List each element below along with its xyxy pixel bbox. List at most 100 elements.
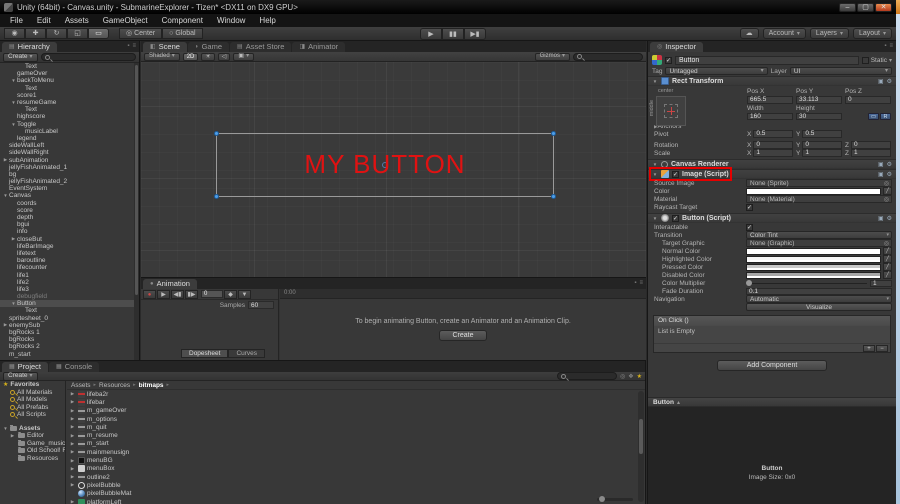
color-field[interactable]: ╱ bbox=[746, 255, 892, 263]
prev-key-button[interactable]: ◀▮ bbox=[171, 290, 184, 299]
hierarchy-item[interactable]: lifeBarImage bbox=[0, 243, 134, 250]
scale-y-field[interactable]: 1 bbox=[802, 149, 842, 157]
slider-knob[interactable] bbox=[746, 280, 752, 286]
hierarchy-item[interactable]: Text bbox=[0, 63, 134, 70]
object-picker-icon[interactable]: ◎ bbox=[884, 180, 891, 187]
hierarchy-item[interactable]: bgui bbox=[0, 221, 134, 228]
file-item[interactable]: ▶platformLeft bbox=[67, 498, 637, 504]
project-tab[interactable]: ▦Console bbox=[49, 362, 99, 372]
hierarchy-item[interactable]: ▼Toggle bbox=[0, 121, 134, 128]
2d-toggle[interactable]: 2D bbox=[183, 53, 199, 61]
image-component-header[interactable]: ▼ ✓ Image (Script) ▣⚙ bbox=[648, 169, 896, 179]
panel-lock-icon[interactable]: ▪ bbox=[884, 43, 886, 49]
hierarchy-item[interactable]: jellyFishAnimated_2 bbox=[0, 178, 134, 185]
object-field[interactable]: None (Sprite)◎ bbox=[746, 179, 892, 187]
preview-header[interactable]: Button ▴ bbox=[648, 397, 896, 407]
help-icon[interactable]: ▣ bbox=[878, 78, 884, 85]
panel-lock-icon[interactable]: ▪ bbox=[634, 280, 636, 286]
static-toggle[interactable]: Static▾ bbox=[862, 57, 892, 64]
eyedropper-icon[interactable]: ╱ bbox=[883, 263, 892, 271]
hierarchy-item[interactable]: depth bbox=[0, 214, 134, 221]
pause-button[interactable]: ▮▮ bbox=[442, 28, 464, 40]
breadcrumb-item[interactable]: Resources bbox=[99, 382, 130, 389]
menu-item[interactable]: File bbox=[4, 15, 29, 26]
color-field[interactable]: ╱ bbox=[746, 187, 892, 195]
tool-button[interactable]: ↻ bbox=[46, 28, 67, 39]
eyedropper-icon[interactable]: ╱ bbox=[883, 247, 892, 255]
expand-arrow-icon[interactable]: ▶ bbox=[69, 499, 76, 504]
expand-arrow-icon[interactable]: ▶ bbox=[69, 482, 76, 488]
eyedropper-icon[interactable]: ╱ bbox=[883, 271, 892, 279]
expand-arrow-icon[interactable]: ▼ bbox=[10, 122, 17, 127]
menu-item[interactable]: Help bbox=[253, 15, 281, 26]
expand-arrow-icon[interactable]: ▶ bbox=[2, 322, 9, 328]
file-item[interactable]: ▶pixelBubble bbox=[67, 481, 637, 489]
object-field[interactable]: None (Material)◎ bbox=[746, 195, 892, 203]
hierarchy-item[interactable]: jellyFishAnimated_1 bbox=[0, 164, 134, 171]
button-component-header[interactable]: ▼ ✓ Button (Script) ▣⚙ bbox=[648, 213, 896, 223]
gameobject-name-field[interactable]: Button bbox=[675, 56, 859, 65]
rotation-z-field[interactable]: 0 bbox=[851, 141, 891, 149]
hierarchy-item[interactable]: life2 bbox=[0, 279, 134, 286]
hierarchy-item[interactable]: bgRocks bbox=[0, 336, 134, 343]
rect-transform-header[interactable]: ▼ Rect Transform ▣⚙ bbox=[648, 76, 896, 86]
hierarchy-item[interactable]: musicLabel bbox=[0, 128, 134, 135]
lighting-toggle[interactable]: ☀ bbox=[201, 53, 214, 61]
favorite-item[interactable]: All Scripts bbox=[0, 411, 65, 419]
static-checkbox[interactable] bbox=[862, 57, 869, 64]
checkbox[interactable]: ✓ bbox=[746, 224, 892, 231]
foldout-arrow-icon[interactable]: ▼ bbox=[652, 79, 658, 84]
dropdown[interactable]: Color Tint▾ bbox=[746, 231, 892, 239]
file-item[interactable]: ▶lifebar bbox=[67, 398, 637, 406]
file-item[interactable]: ▶m_resume bbox=[67, 431, 637, 439]
hierarchy-item[interactable]: life3 bbox=[0, 286, 134, 293]
add-component-button[interactable]: Add Component bbox=[717, 360, 827, 371]
expand-arrow-icon[interactable]: ▶ bbox=[69, 433, 76, 439]
hierarchy-item[interactable]: ▼backToMenu bbox=[0, 77, 134, 84]
hierarchy-item[interactable]: ▼Canvas bbox=[0, 192, 134, 199]
file-item[interactable]: ▶m_quit bbox=[67, 423, 637, 431]
dropdown[interactable]: Automatic▾ bbox=[746, 295, 892, 303]
expand-arrow-icon[interactable]: ▼ bbox=[3, 426, 8, 431]
scene-search-input[interactable] bbox=[573, 53, 643, 61]
expand-arrow-icon[interactable]: ▶ bbox=[2, 157, 9, 163]
hierarchy-item[interactable]: bgRocks 2 bbox=[0, 343, 134, 350]
project-create-button[interactable]: Create▾ bbox=[3, 372, 38, 381]
asset-folder[interactable]: ▶Editor bbox=[0, 432, 65, 440]
help-icon[interactable]: ▣ bbox=[878, 215, 884, 222]
hierarchy-item[interactable]: ▼resumeGame bbox=[0, 99, 134, 106]
anchor-preset-widget[interactable] bbox=[656, 96, 686, 126]
expand-arrow-icon[interactable]: ▶ bbox=[69, 474, 76, 480]
hierarchy-item[interactable]: gameOver bbox=[0, 70, 134, 77]
file-item[interactable]: ▶menuBox bbox=[67, 465, 637, 473]
pivot-toggle[interactable]: ◎Center bbox=[119, 28, 162, 39]
account-dropdown[interactable]: Account▾ bbox=[763, 28, 806, 39]
layers-dropdown[interactable]: Layers▾ bbox=[810, 28, 849, 39]
menu-item[interactable]: Edit bbox=[31, 15, 57, 26]
resize-handle[interactable] bbox=[551, 194, 556, 199]
hierarchy-item[interactable]: bgRocks 1 bbox=[0, 329, 134, 336]
tab-animation[interactable]: ●Animation bbox=[143, 279, 197, 289]
layer-dropdown[interactable]: UI▾ bbox=[790, 67, 892, 75]
hierarchy-item[interactable]: sideWallLeft bbox=[0, 142, 134, 149]
expand-arrow-icon[interactable]: ▶ bbox=[69, 466, 76, 472]
rotation-y-field[interactable]: 0 bbox=[802, 141, 842, 149]
next-key-button[interactable]: ▮▶ bbox=[185, 290, 198, 299]
color-swatch[interactable] bbox=[746, 272, 881, 279]
maximize-button[interactable]: ▢ bbox=[857, 3, 874, 12]
hierarchy-item[interactable]: coords bbox=[0, 200, 134, 207]
shading-dropdown[interactable]: Shaded▾ bbox=[144, 53, 180, 61]
file-item[interactable]: ▶mainmenusign bbox=[67, 448, 637, 456]
raw-edit-mode-button[interactable]: R bbox=[880, 113, 891, 121]
favorite-item[interactable]: All Prefabs bbox=[0, 404, 65, 412]
expand-arrow-icon[interactable]: ▶ bbox=[69, 408, 76, 414]
visualize-button[interactable]: Visualize bbox=[746, 303, 892, 311]
eyedropper-icon[interactable]: ╱ bbox=[883, 255, 892, 263]
add-event-button[interactable]: + bbox=[863, 345, 875, 352]
expand-arrow-icon[interactable]: ▶ bbox=[69, 391, 76, 397]
file-item[interactable]: ▶menuBG bbox=[67, 456, 637, 464]
help-icon[interactable]: ▣ bbox=[878, 161, 884, 168]
expand-arrow-icon[interactable]: ▼ bbox=[10, 100, 17, 105]
effects-dropdown[interactable]: ▣▾ bbox=[233, 53, 254, 61]
expand-arrow-icon[interactable]: ▶ bbox=[69, 399, 76, 405]
